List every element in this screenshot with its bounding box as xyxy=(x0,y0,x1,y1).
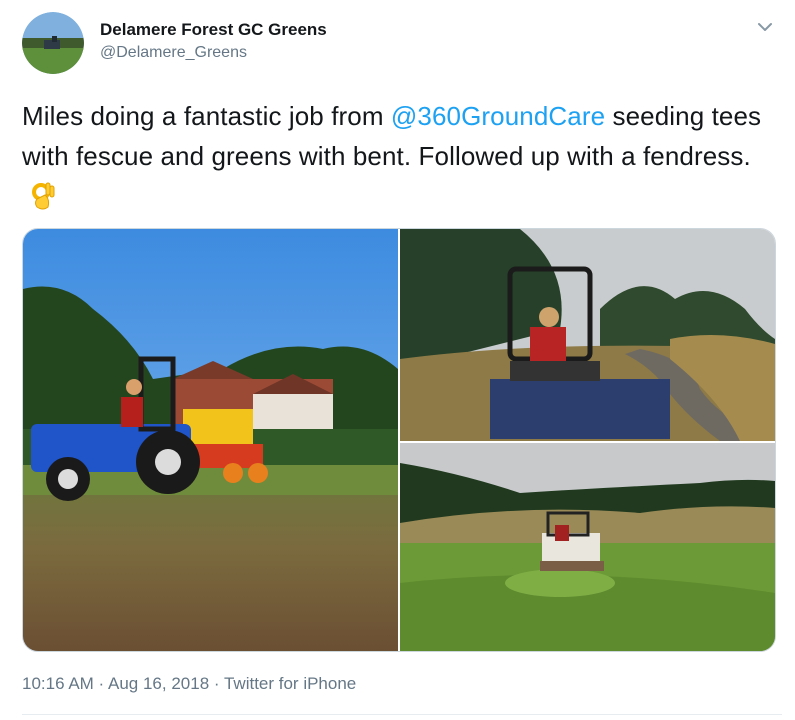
photo-green-machine[interactable] xyxy=(400,443,775,651)
separator: · xyxy=(93,674,108,693)
previous-tweet-edge xyxy=(0,0,795,6)
tweet-source[interactable]: Twitter for iPhone xyxy=(224,674,356,693)
tweet-time[interactable]: 10:16 AM xyxy=(22,674,94,693)
ok-hand-emoji xyxy=(28,181,58,211)
photo-tractor-seeding[interactable] xyxy=(23,229,398,651)
tweet-date[interactable]: Aug 16, 2018 xyxy=(108,674,209,693)
tweet-text: Miles doing a fantastic job from @360Gro… xyxy=(22,96,762,216)
avatar[interactable] xyxy=(22,12,84,74)
divider xyxy=(22,714,782,715)
mention-link[interactable]: @360GroundCare xyxy=(391,101,605,131)
separator: · xyxy=(209,674,224,693)
tweet-text-part: Miles doing a fantastic job from xyxy=(22,101,391,131)
media-grid xyxy=(22,228,776,652)
tweet-header: Delamere Forest GC Greens @Delamere_Gree… xyxy=(22,12,782,74)
photo-cart-rear[interactable] xyxy=(400,229,775,441)
author-handle[interactable]: @Delamere_Greens xyxy=(100,42,327,64)
chevron-down-icon[interactable] xyxy=(756,18,774,36)
avatar-image xyxy=(22,12,84,74)
author-display-name[interactable]: Delamere Forest GC Greens xyxy=(100,20,327,40)
tweet-meta: 10:16 AM · Aug 16, 2018 · Twitter for iP… xyxy=(22,674,356,694)
